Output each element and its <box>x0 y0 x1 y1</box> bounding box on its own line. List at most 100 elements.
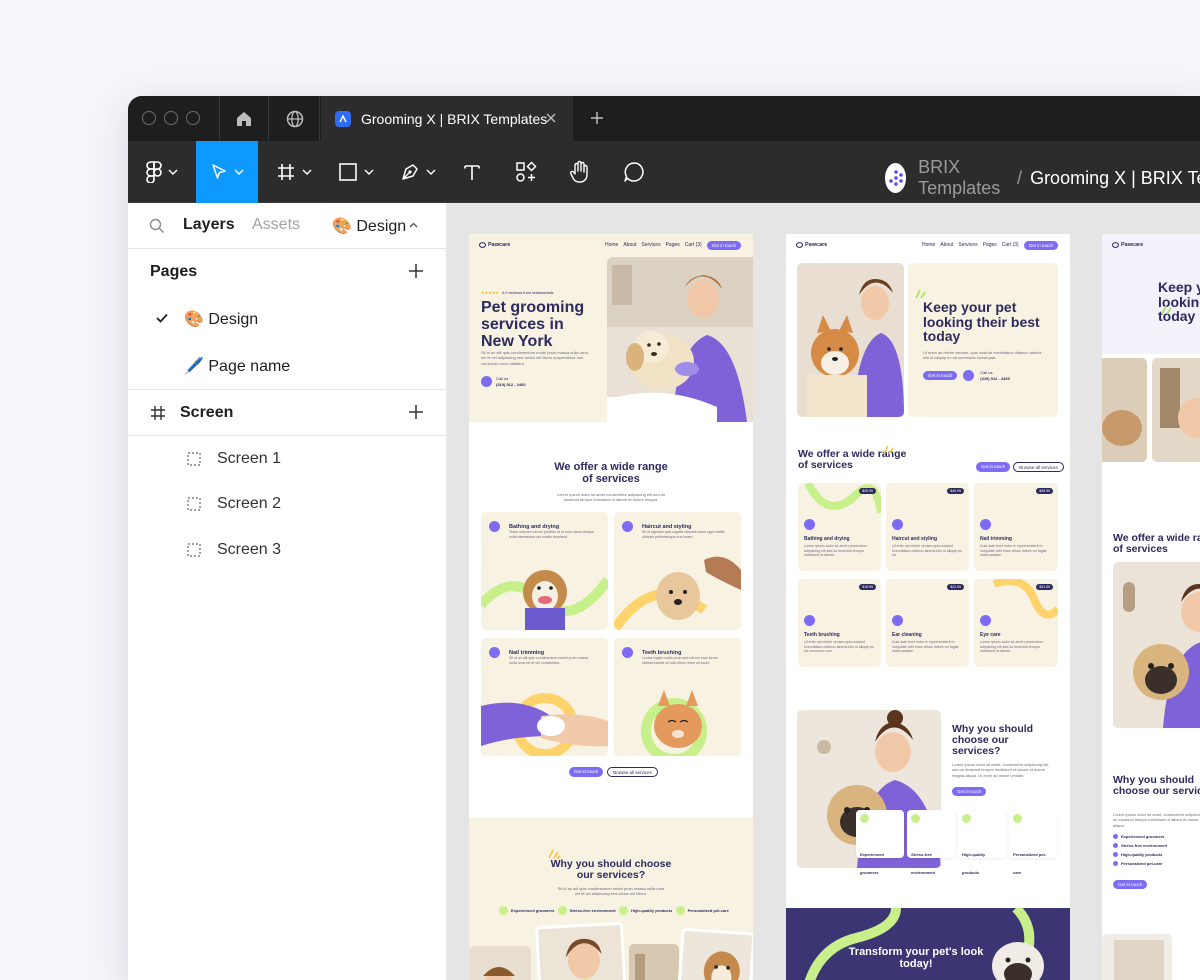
chevron-down-icon <box>234 169 244 175</box>
screen-title: Screen <box>180 403 234 421</box>
paw-icon <box>1112 242 1119 248</box>
service-card[interactable]: $22.99 Ear cleaning Duis aute irure dolo… <box>886 579 969 667</box>
page-item-design[interactable]: 🎨 Design <box>128 295 446 342</box>
add-layer-icon[interactable] <box>408 404 424 420</box>
main-menu-button[interactable] <box>128 141 196 203</box>
hero-photo <box>1152 358 1200 462</box>
search-icon[interactable] <box>149 218 165 234</box>
service-card[interactable]: $31.99 Eye care Lorem ipsum dolor sit am… <box>974 579 1058 667</box>
tab-layers[interactable]: Layers <box>183 216 235 234</box>
resources-tool-button[interactable] <box>504 141 548 203</box>
tab-assets[interactable]: Assets <box>252 216 300 234</box>
service-card[interactable]: Haircut and styling Sit id egestas quis … <box>614 512 741 630</box>
checkmark-icon <box>156 313 168 323</box>
home-button[interactable] <box>219 96 269 141</box>
hero-photo <box>797 263 904 417</box>
get-in-touch-button[interactable]: Get in touch <box>976 462 1011 472</box>
file-tab[interactable]: Grooming X | BRIX Templates <box>321 96 573 141</box>
maximize-window-button[interactable] <box>186 111 200 125</box>
hero-title: Keep your pet looking their best today <box>923 299 1040 345</box>
nav-cta-button[interactable]: Get in touch <box>706 240 741 250</box>
frame-dotted-icon <box>187 497 201 511</box>
hero-title: Keep your pet looking their best today <box>1158 279 1200 325</box>
get-in-touch-button[interactable]: Get in touch <box>1113 880 1148 889</box>
nav-link[interactable]: Services <box>641 242 660 248</box>
new-tab-icon[interactable] <box>587 108 607 128</box>
nav-cta-button[interactable]: Get in touch <box>1023 240 1058 250</box>
feature-item: Personalized pet-care <box>675 906 729 915</box>
cursor-arrow-icon <box>212 164 226 179</box>
community-button[interactable] <box>270 96 320 141</box>
services-text: Lorem ipsum dolor sit amet consectetur a… <box>556 492 666 503</box>
minimize-window-button[interactable] <box>164 111 178 125</box>
service-card[interactable]: $18.99 Teeth brushing Ut enim ad minim v… <box>798 579 881 667</box>
browse-services-button[interactable]: Browse all services <box>607 767 658 777</box>
brand-logo: Pawcare <box>1112 242 1143 248</box>
close-window-button[interactable] <box>142 111 156 125</box>
feature-card: Stress-free environment <box>907 810 955 875</box>
paw-icon <box>479 242 486 248</box>
service-card-text: Lorem ipsum dolor sit amet consectetur a… <box>804 544 867 558</box>
browse-services-button[interactable]: Browse all services <box>1013 462 1064 472</box>
nav-link[interactable]: Home <box>605 242 618 248</box>
get-in-touch-button[interactable]: Get in touch <box>923 371 958 380</box>
pen-tool-button[interactable] <box>392 141 444 203</box>
leaf-icon <box>557 906 567 915</box>
service-card[interactable]: Teeth brushing Lectus fugiat mollis proi… <box>614 638 741 756</box>
frame-tool-button[interactable] <box>268 141 320 203</box>
design-canvas[interactable]: Pawcare Home About Services Pages Cart (… <box>447 203 1200 980</box>
feature-card: High-quality products <box>958 810 1006 875</box>
close-tab-icon[interactable] <box>543 110 559 126</box>
screen-2-frame[interactable]: Pawcare Home About Services Pages Cart (… <box>786 234 1070 980</box>
nav-link[interactable]: Pages <box>666 242 680 248</box>
team-logo-icon[interactable] <box>885 163 907 193</box>
service-card[interactable]: $49.99 Haircut and styling Ut enim ad mi… <box>886 483 969 571</box>
layer-item[interactable]: Screen 3 <box>128 527 446 573</box>
screen-3-frame[interactable]: Pawcare Keep your pet looking their best… <box>1102 234 1200 980</box>
service-card-title: Ear cleaning <box>892 632 922 638</box>
nav-link[interactable]: Home <box>922 242 935 248</box>
rectangle-icon <box>339 163 357 181</box>
chevron-up-icon[interactable] <box>409 222 418 228</box>
nav-link[interactable]: About <box>623 242 636 248</box>
hand-tool-button[interactable] <box>558 141 602 203</box>
nav-link[interactable]: Services <box>958 242 977 248</box>
page-item-label: 🖊️ Page name <box>184 357 291 375</box>
get-in-touch-button[interactable]: Get in touch <box>952 787 987 796</box>
price-badge: $18.99 <box>859 584 876 590</box>
layer-item[interactable]: Screen 2 <box>128 482 446 528</box>
window-controls <box>142 111 200 125</box>
chevron-down-icon <box>364 169 374 175</box>
sparkle-icon <box>1161 305 1172 315</box>
toolbar: BRIX Templates / Grooming X | BRIX Templ… <box>128 141 1200 203</box>
add-page-icon[interactable] <box>408 263 424 279</box>
screen-1-frame[interactable]: Pawcare Home About Services Pages Cart (… <box>469 234 753 980</box>
service-card-text: Sit id ac alit quis condimentum morbi pr… <box>509 656 589 665</box>
shape-tool-button[interactable] <box>330 141 382 203</box>
comment-tool-button[interactable] <box>612 141 656 203</box>
text-tool-button[interactable] <box>450 141 494 203</box>
nav-link[interactable]: Cart (3) <box>1002 242 1019 248</box>
nav-link[interactable]: Pages <box>983 242 997 248</box>
feature-item: Personalized pet-care <box>1113 861 1167 866</box>
service-card[interactable]: $45.99 Nail trimming Duis aute irure dol… <box>974 483 1058 571</box>
service-card[interactable]: $25.99 Bathing and drying Lorem ipsum do… <box>798 483 881 571</box>
feature-item: Stress-free environment <box>557 906 616 915</box>
nav-link[interactable]: About <box>940 242 953 248</box>
screen-section-header[interactable]: Screen <box>128 390 446 436</box>
call-us[interactable]: Call us (319) 512 - 2460 <box>481 376 526 387</box>
phone-icon <box>481 376 492 387</box>
layer-item[interactable]: Screen 1 <box>128 436 446 482</box>
page-selector[interactable]: 🎨 Design <box>332 216 406 236</box>
service-card[interactable]: Nail trimming Sit id ac alit quis condim… <box>481 638 608 756</box>
get-in-touch-button[interactable]: Get in touch <box>569 767 604 777</box>
file-name[interactable]: Grooming X | BRIX Templates <box>1030 168 1200 189</box>
text-t-icon <box>464 165 480 180</box>
team-name-link[interactable]: BRIX Templates <box>918 157 1009 199</box>
service-card[interactable]: Bathing and drying Tortor ultricies rutr… <box>481 512 608 630</box>
page-item-page-name[interactable]: 🖊️ Page name <box>128 342 446 389</box>
services-actions: Get in touch Browse all services <box>569 767 658 777</box>
move-tool-button[interactable] <box>196 141 258 203</box>
nav-link[interactable]: Cart (3) <box>685 242 702 248</box>
service-card-title: Teeth brushing <box>804 632 840 638</box>
